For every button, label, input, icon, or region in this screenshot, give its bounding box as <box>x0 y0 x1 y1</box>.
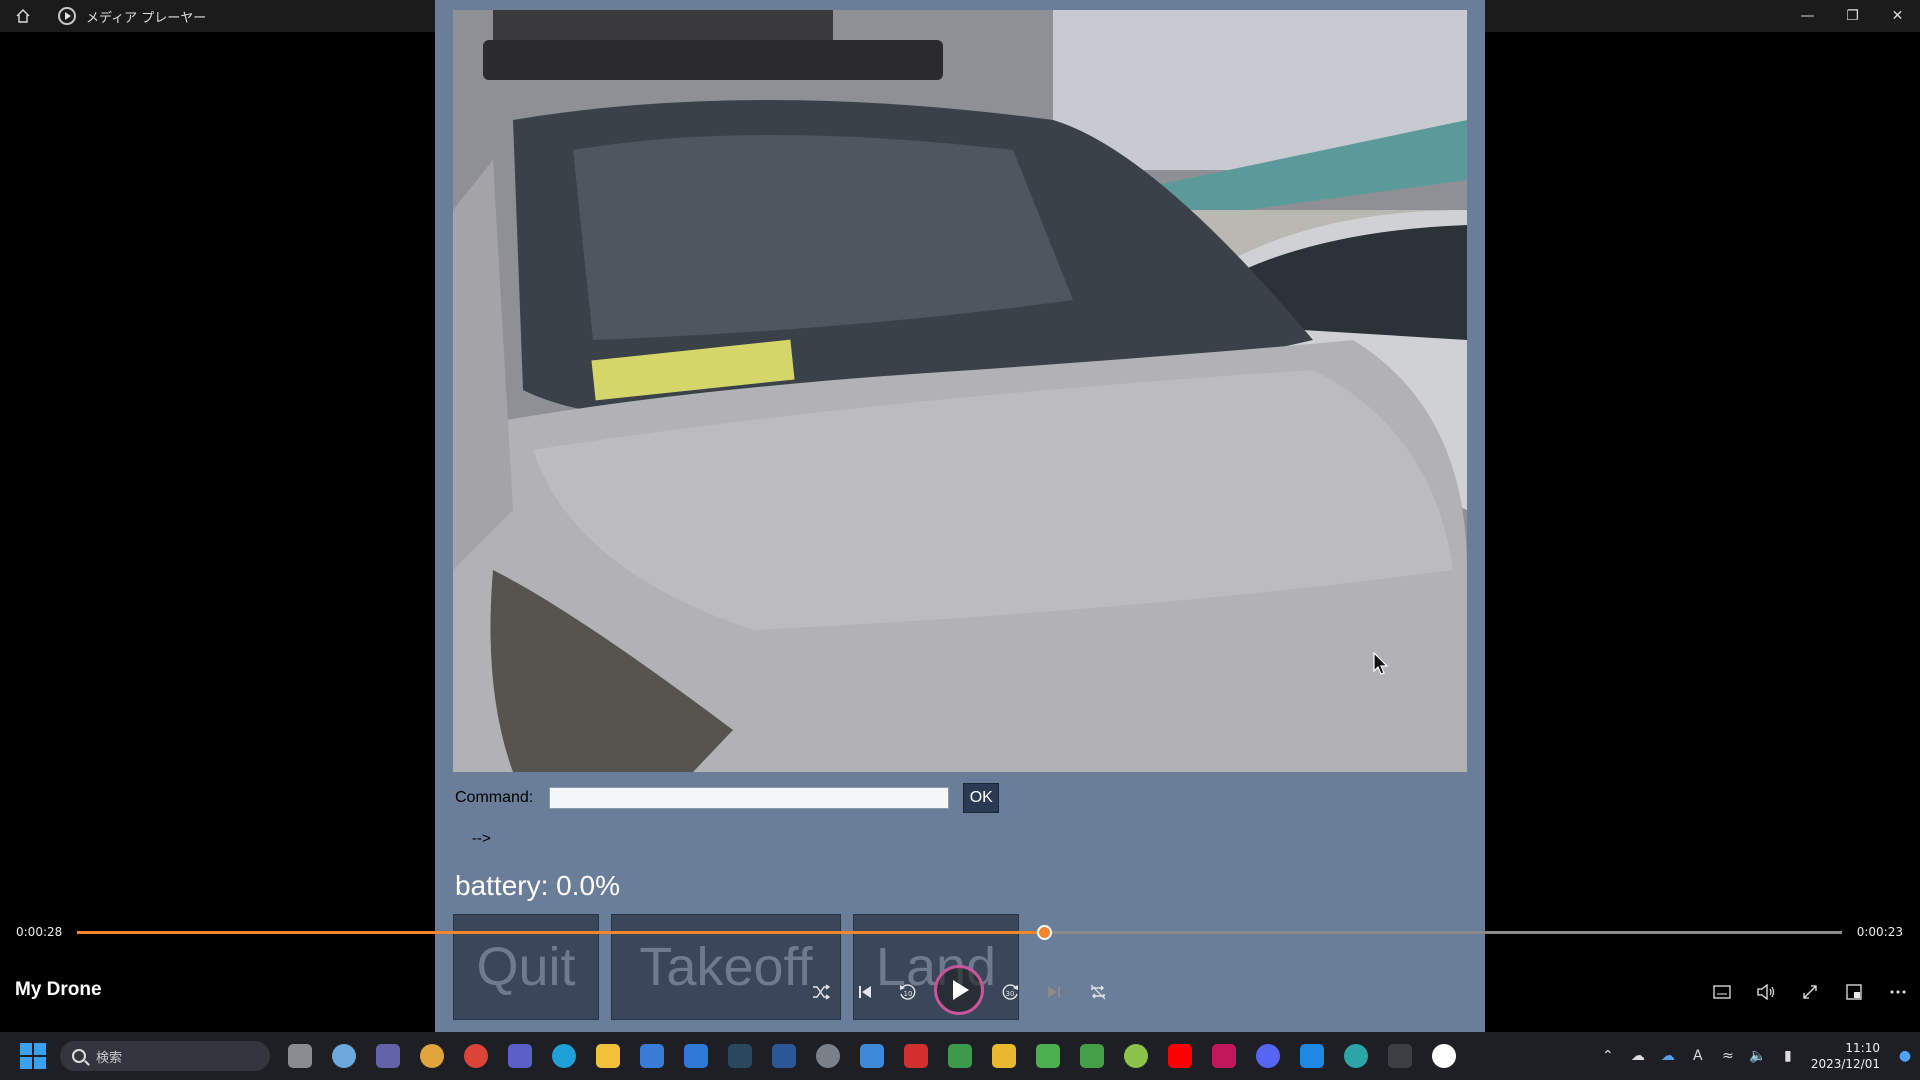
terminal-icon[interactable] <box>1378 1034 1422 1078</box>
next-button[interactable] <box>1034 972 1074 1012</box>
chrome-icon[interactable] <box>410 1034 454 1078</box>
onedrive-icon[interactable]: ☁ <box>1623 1048 1653 1064</box>
more-icon <box>1890 990 1906 994</box>
settings-icon[interactable] <box>806 1034 850 1078</box>
weather-icon[interactable] <box>322 1034 366 1078</box>
app-icon-globe[interactable] <box>1114 1034 1158 1078</box>
search-icon <box>72 1049 86 1063</box>
seek-progress <box>77 931 1045 934</box>
minimize-button[interactable]: — <box>1785 0 1830 32</box>
store-icon[interactable] <box>630 1034 674 1078</box>
battery-status: battery: 0.0% <box>455 870 620 901</box>
chevron-up-icon[interactable]: ⌃ <box>1593 1048 1623 1064</box>
edge-icon[interactable] <box>542 1034 586 1078</box>
previous-icon <box>859 986 871 998</box>
media-title: My Drone <box>15 979 102 1000</box>
acrobat-icon[interactable] <box>894 1034 938 1078</box>
next-icon <box>1048 986 1060 998</box>
ime-icon[interactable]: A <box>1683 1048 1713 1064</box>
file-explorer-icon[interactable] <box>586 1034 630 1078</box>
app-icon-green-1[interactable] <box>1026 1034 1070 1078</box>
play-button[interactable] <box>934 965 984 1015</box>
close-button[interactable]: ✕ <box>1875 0 1920 32</box>
remaining-time: 0:00:23 <box>1856 925 1903 939</box>
media-player-icon <box>58 7 76 25</box>
system-tray: ⌃ ☁ ☁ A ≈ 🔈 ▮ 11:10 2023/12/01 ● <box>1593 1032 1920 1080</box>
youtube-icon[interactable] <box>1158 1034 1202 1078</box>
media-player-taskbar-icon[interactable] <box>1422 1034 1466 1078</box>
command-row: Command: OK <box>455 783 1000 813</box>
command-label: Command: <box>455 789 534 806</box>
clock[interactable]: 11:10 2023/12/01 <box>1811 1040 1880 1072</box>
app-icon-green-2[interactable] <box>1070 1034 1114 1078</box>
clock-date: 2023/12/01 <box>1810 1057 1880 1071</box>
fullscreen-button[interactable] <box>1790 972 1830 1012</box>
seek-bar[interactable] <box>77 925 1842 940</box>
taskbar-search[interactable]: 検索 <box>60 1041 270 1071</box>
mail-icon[interactable] <box>674 1034 718 1078</box>
elapsed-time: 0:00:28 <box>16 925 63 939</box>
captions-button[interactable] <box>1702 972 1742 1012</box>
start-button[interactable] <box>20 1043 46 1069</box>
home-button[interactable] <box>0 0 46 32</box>
yahoo-icon[interactable] <box>1202 1034 1246 1078</box>
search-placeholder: 検索 <box>96 1050 123 1066</box>
window-title: メディア プレーヤー <box>86 10 207 26</box>
svg-text:10: 10 <box>904 990 913 998</box>
network-tool-icon[interactable] <box>982 1034 1026 1078</box>
previous-button[interactable] <box>845 972 885 1012</box>
teams-chat-icon[interactable] <box>366 1034 410 1078</box>
mini-player-button[interactable] <box>1834 972 1874 1012</box>
onedrive-blue-icon[interactable]: ☁ <box>1653 1048 1683 1064</box>
rewind-10-icon: 10 <box>900 984 916 1000</box>
drone-camera-feed <box>453 10 1467 772</box>
command-response: --> <box>472 830 491 847</box>
volume-icon <box>1757 984 1775 1000</box>
taskbar-apps <box>278 1034 1466 1078</box>
chrome-icon[interactable] <box>454 1034 498 1078</box>
rewind-10-button[interactable]: 10 <box>888 972 928 1012</box>
command-input[interactable] <box>549 787 950 809</box>
remote-desktop-icon[interactable] <box>850 1034 894 1078</box>
captions-icon <box>1713 985 1731 999</box>
steam-icon[interactable] <box>718 1034 762 1078</box>
forward-30-button[interactable]: 30 <box>990 972 1030 1012</box>
volume-button[interactable] <box>1746 972 1786 1012</box>
speaker-muted-icon[interactable]: 🔈 <box>1743 1048 1773 1064</box>
repeat-button[interactable] <box>1078 972 1118 1012</box>
spreadsheet-icon[interactable] <box>938 1034 982 1078</box>
window-controls: — ❐ ✕ <box>1785 0 1920 32</box>
shuffle-icon <box>813 984 830 1000</box>
notification-bell-icon[interactable]: ● <box>1890 1048 1920 1064</box>
edge-dev-icon[interactable] <box>1334 1034 1378 1078</box>
task-view-icon[interactable] <box>278 1034 322 1078</box>
fullscreen-icon <box>1803 985 1817 999</box>
ok-button[interactable]: OK <box>963 783 1000 813</box>
battery-icon[interactable]: ▮ <box>1773 1048 1803 1064</box>
more-options-button[interactable] <box>1878 972 1918 1012</box>
word-icon[interactable] <box>762 1034 806 1078</box>
repeat-icon <box>1090 984 1106 1000</box>
restore-button[interactable]: ❐ <box>1830 0 1875 32</box>
teams-icon[interactable] <box>498 1034 542 1078</box>
vscode-icon[interactable] <box>1290 1034 1334 1078</box>
home-icon <box>16 9 30 23</box>
clock-time: 11:10 <box>1845 1041 1880 1055</box>
video-frame[interactable]: Command: OK --> battery: 0.0% Quit Takeo… <box>435 0 1485 1032</box>
taskbar: 検索 ⌃ ☁ ☁ A ≈ 🔈 ▮ 11:10 2023/12/01 ● <box>0 1032 1920 1080</box>
svg-text:30: 30 <box>1006 990 1015 998</box>
wifi-icon[interactable]: ≈ <box>1713 1048 1743 1064</box>
mini-player-icon <box>1846 984 1862 1000</box>
shuffle-button[interactable] <box>801 972 841 1012</box>
quit-button[interactable]: Quit <box>453 914 599 1020</box>
discord-icon[interactable] <box>1246 1034 1290 1078</box>
forward-30-icon: 30 <box>1002 984 1018 1000</box>
mouse-cursor-icon <box>1373 652 1389 675</box>
